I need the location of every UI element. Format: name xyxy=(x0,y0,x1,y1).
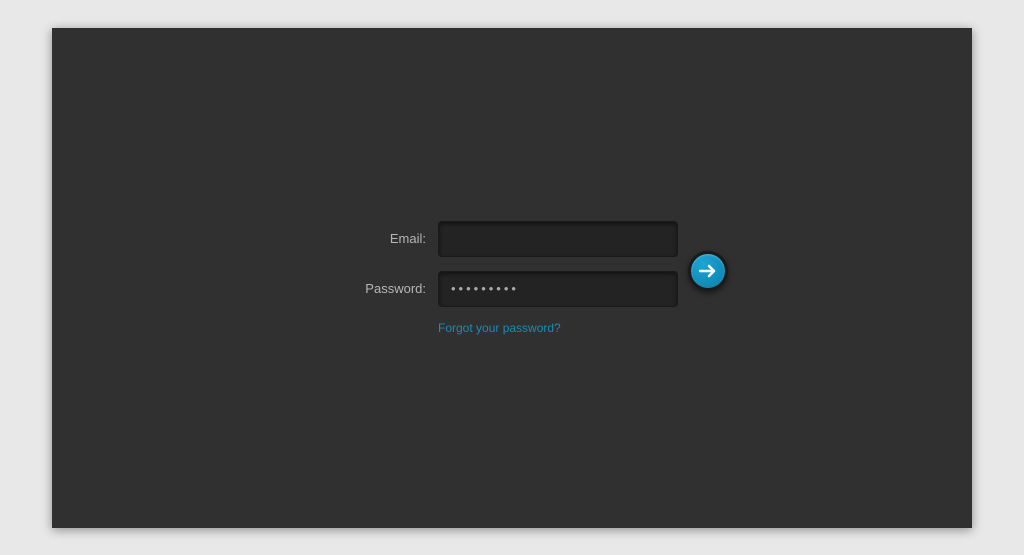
email-label: Email: xyxy=(346,231,426,246)
email-input[interactable] xyxy=(438,221,678,257)
email-row: Email: xyxy=(346,221,678,257)
forgot-password-link[interactable]: Forgot your password? xyxy=(438,321,678,335)
login-panel: Email: Password: Forgot your password? xyxy=(52,28,972,528)
submit-button[interactable] xyxy=(688,251,728,291)
password-row: Password: xyxy=(346,271,678,307)
password-label: Password: xyxy=(346,281,426,296)
login-form: Email: Password: Forgot your password? xyxy=(346,221,678,335)
arrow-right-icon xyxy=(699,264,717,278)
password-input[interactable] xyxy=(438,271,678,307)
